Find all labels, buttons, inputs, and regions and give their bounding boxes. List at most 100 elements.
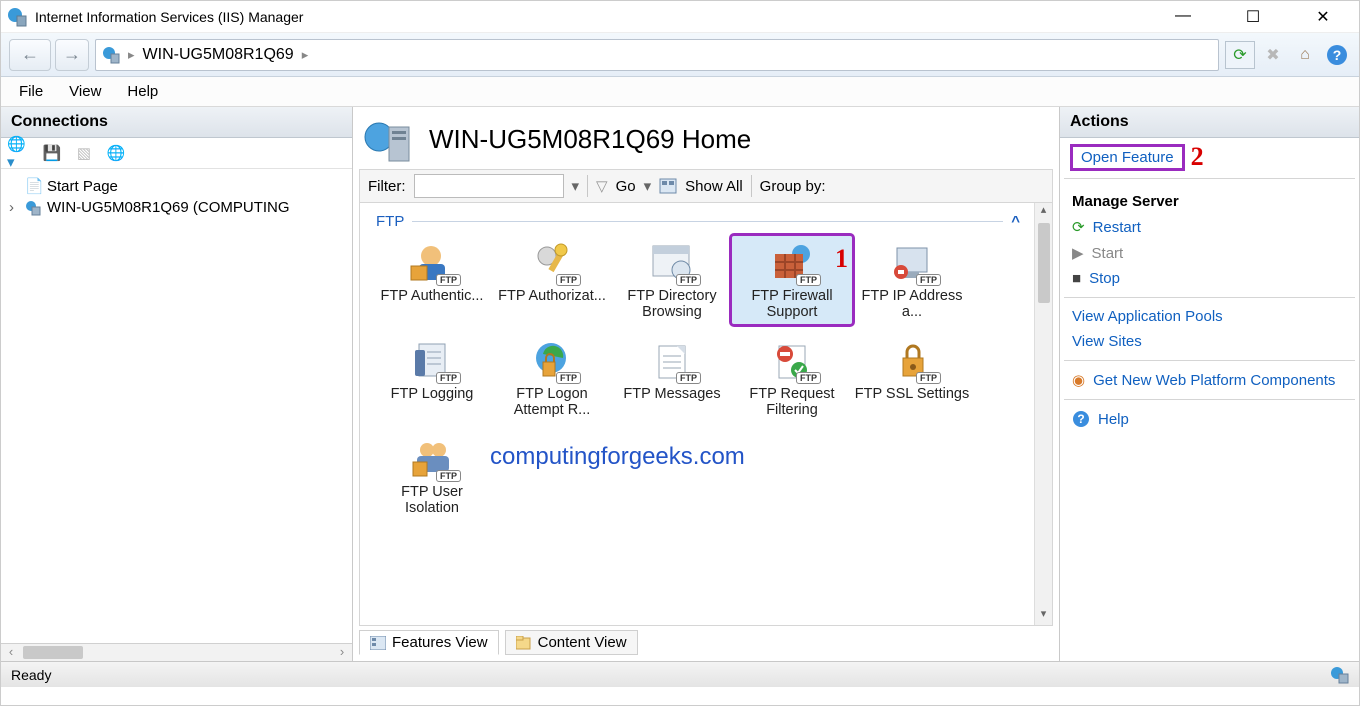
content-view-icon bbox=[516, 636, 532, 650]
remove-icon[interactable]: 🌐 bbox=[103, 142, 129, 164]
maximize-button[interactable]: ☐ bbox=[1233, 7, 1273, 27]
status-config-icon[interactable] bbox=[1329, 666, 1349, 684]
feature-ftp-user-isolation[interactable]: FTP FTP User Isolation bbox=[372, 432, 492, 520]
icon-grid: FTP FTP Authentic... FTP FTP Authorizat.… bbox=[372, 236, 1040, 520]
filter-label: Filter: bbox=[368, 178, 406, 195]
breadcrumb[interactable]: ▸ WIN-UG5M08R1Q69 ▸ bbox=[95, 39, 1219, 71]
help-icon[interactable]: ? bbox=[1323, 41, 1351, 69]
feature-ftp-logon-attempt[interactable]: FTP FTP Logon Attempt R... bbox=[492, 334, 612, 422]
ftp-dir-icon: FTP bbox=[645, 240, 699, 284]
connections-header: Connections bbox=[1, 107, 352, 138]
menu-help[interactable]: Help bbox=[127, 83, 158, 100]
feature-ftp-ip-address[interactable]: FTP FTP IP Address a... bbox=[852, 236, 972, 324]
feature-label: FTP Directory Browsing bbox=[614, 288, 730, 320]
action-open-feature[interactable]: Open Feature bbox=[1070, 144, 1185, 171]
action-help[interactable]: ? Help bbox=[1070, 406, 1349, 432]
nav-forward-button[interactable]: → bbox=[55, 39, 89, 71]
feature-ftp-messages[interactable]: FTP FTP Messages bbox=[612, 334, 732, 422]
tab-features-view[interactable]: Features View bbox=[359, 630, 499, 655]
server-home-icon bbox=[363, 119, 413, 159]
feature-label: FTP Request Filtering bbox=[734, 386, 850, 418]
show-all-label[interactable]: Show All bbox=[685, 178, 743, 195]
svg-text:?: ? bbox=[1077, 412, 1084, 426]
go-label[interactable]: Go bbox=[616, 178, 636, 195]
feature-ftp-logging[interactable]: FTP FTP Logging bbox=[372, 334, 492, 422]
features-view-icon bbox=[370, 636, 386, 650]
breadcrumb-sep: ▸ bbox=[302, 47, 309, 63]
menu-view[interactable]: View bbox=[69, 83, 101, 100]
go-icon[interactable]: ▽ bbox=[596, 177, 608, 195]
feature-label: FTP Authentic... bbox=[374, 288, 490, 304]
center-pane: WIN-UG5M08R1Q69 Home Filter: ▾ ▽ Go ▾ Sh… bbox=[353, 107, 1059, 661]
features-vscroll[interactable]: ▴▾ bbox=[1034, 203, 1052, 625]
feature-label: FTP Logon Attempt R... bbox=[494, 386, 610, 418]
ftp-ip-icon: FTP bbox=[885, 240, 939, 284]
menu-file[interactable]: File bbox=[19, 83, 43, 100]
feature-label: FTP User Isolation bbox=[374, 484, 490, 516]
group-by-label: Group by: bbox=[760, 178, 826, 195]
filter-dropdown-icon[interactable]: ▾ bbox=[572, 177, 580, 195]
help-icon: ? bbox=[1072, 410, 1090, 428]
up-icon: ▧ bbox=[71, 142, 97, 164]
restart-icon: ⟳ bbox=[1072, 218, 1085, 236]
breadcrumb-server[interactable]: WIN-UG5M08R1Q69 bbox=[143, 46, 294, 64]
group-ftp-label[interactable]: FTP bbox=[376, 213, 404, 230]
svg-text:?: ? bbox=[1333, 47, 1342, 63]
ftp-request-icon: FTP bbox=[765, 338, 819, 382]
filter-input[interactable] bbox=[414, 174, 564, 198]
connect-icon[interactable]: 🌐▾ bbox=[7, 142, 33, 164]
menubar: File View Help bbox=[1, 77, 1359, 107]
ftp-logon-icon: FTP bbox=[525, 338, 579, 382]
start-icon: ▶ bbox=[1072, 244, 1084, 262]
feature-label: FTP Messages bbox=[614, 386, 730, 402]
tree-start-page[interactable]: 📄 Start Page bbox=[9, 175, 344, 197]
filter-bar: Filter: ▾ ▽ Go ▾ Show All Group by: bbox=[359, 169, 1053, 203]
connections-tree: 📄 Start Page › WIN-UG5M08R1Q69 (COMPUTIN… bbox=[1, 169, 352, 643]
action-restart[interactable]: ⟳ Restart bbox=[1070, 214, 1349, 240]
navbar: ← → ▸ WIN-UG5M08R1Q69 ▸ ⟳ ✖ ⌂ ? bbox=[1, 33, 1359, 77]
action-view-sites[interactable]: View Sites bbox=[1070, 329, 1349, 354]
home-icon[interactable]: ⌂ bbox=[1291, 41, 1319, 69]
feature-ftp-directory-browsing[interactable]: FTP FTP Directory Browsing bbox=[612, 236, 732, 324]
feature-ftp-ssl-settings[interactable]: FTP FTP SSL Settings bbox=[852, 334, 972, 422]
connections-toolbar: 🌐▾ 💾 ▧ 🌐 bbox=[1, 138, 352, 169]
feature-ftp-authorization[interactable]: FTP FTP Authorizat... bbox=[492, 236, 612, 324]
feature-label: FTP Authorizat... bbox=[494, 288, 610, 304]
feature-ftp-firewall-support[interactable]: FTP FTP Firewall Support bbox=[732, 236, 852, 324]
close-button[interactable]: ✕ bbox=[1303, 7, 1343, 27]
group-collapse-icon[interactable]: ^ bbox=[1011, 213, 1020, 230]
nav-back-button[interactable]: ← bbox=[9, 39, 51, 71]
action-start[interactable]: ▶ Start bbox=[1070, 240, 1349, 266]
tab-content-view[interactable]: Content View bbox=[505, 630, 638, 655]
action-view-app-pools[interactable]: View Application Pools bbox=[1070, 304, 1349, 329]
workspace: Connections 🌐▾ 💾 ▧ 🌐 📄 Start Page › WIN-… bbox=[1, 107, 1359, 661]
connections-pane: Connections 🌐▾ 💾 ▧ 🌐 📄 Start Page › WIN-… bbox=[1, 107, 353, 661]
action-get-new-web-platform[interactable]: ◉ Get New Web Platform Components bbox=[1070, 367, 1349, 393]
tree-server-node[interactable]: › WIN-UG5M08R1Q69 (COMPUTING bbox=[9, 197, 344, 218]
save-icon[interactable]: 💾 bbox=[39, 142, 65, 164]
stop-icon: ■ bbox=[1072, 270, 1081, 287]
show-all-icon[interactable] bbox=[659, 178, 677, 194]
ftp-firewall-icon: FTP bbox=[765, 240, 819, 284]
actions-header: Actions bbox=[1060, 107, 1359, 138]
stop-icon: ✖ bbox=[1259, 41, 1287, 69]
expand-caret-icon[interactable]: › bbox=[9, 199, 21, 216]
feature-ftp-authentication[interactable]: FTP FTP Authentic... bbox=[372, 236, 492, 324]
breadcrumb-sep: ▸ bbox=[128, 47, 135, 63]
ftp-messages-icon: FTP bbox=[645, 338, 699, 382]
refresh-icon[interactable]: ⟳ bbox=[1225, 41, 1255, 69]
tab-features-label: Features View bbox=[392, 634, 488, 651]
tab-content-label: Content View bbox=[538, 634, 627, 651]
action-stop[interactable]: ■ Stop bbox=[1070, 266, 1349, 291]
feature-label: FTP SSL Settings bbox=[854, 386, 970, 402]
ftp-logging-icon: FTP bbox=[405, 338, 459, 382]
feature-label: FTP Logging bbox=[374, 386, 490, 402]
connections-hscroll[interactable]: ‹› bbox=[1, 643, 352, 661]
feature-label: FTP Firewall Support bbox=[734, 288, 850, 320]
feature-ftp-request-filtering[interactable]: FTP FTP Request Filtering bbox=[732, 334, 852, 422]
minimize-button[interactable]: — bbox=[1163, 7, 1203, 27]
ftp-ssl-icon: FTP bbox=[885, 338, 939, 382]
action-manage-server-head: Manage Server bbox=[1070, 185, 1349, 214]
ftp-auth-icon: FTP bbox=[405, 240, 459, 284]
go-dropdown-icon[interactable]: ▾ bbox=[644, 177, 652, 195]
